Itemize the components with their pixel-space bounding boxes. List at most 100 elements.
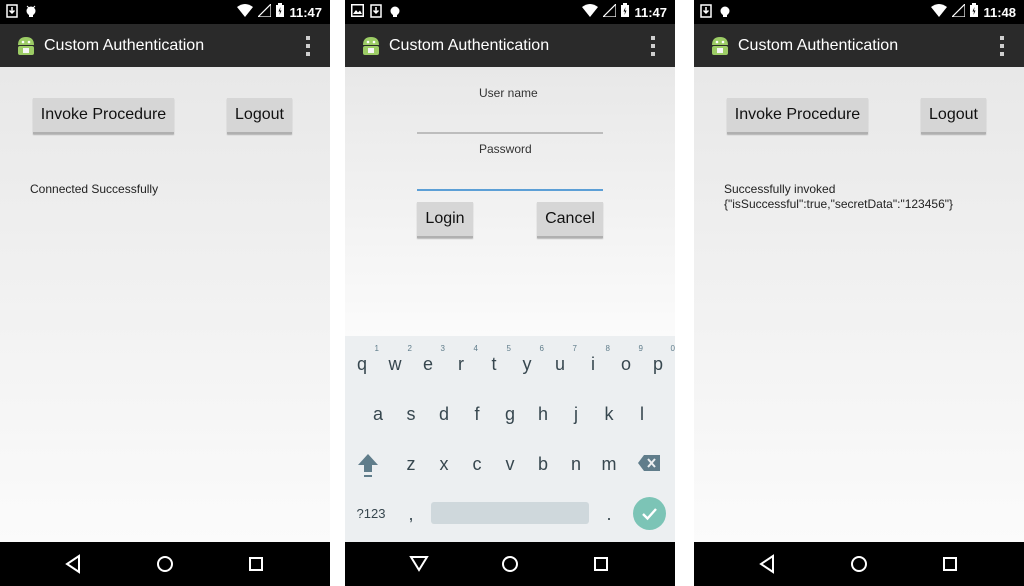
spacebar[interactable] [431, 502, 589, 524]
key-b[interactable]: b [532, 454, 554, 475]
key-d[interactable]: d [433, 404, 455, 425]
signal-icon [602, 2, 618, 22]
key-u[interactable]: u7 [549, 344, 577, 375]
backspace-icon[interactable] [637, 454, 660, 477]
key-w[interactable]: w2 [384, 344, 413, 375]
battery-icon [276, 3, 285, 22]
key-q[interactable]: q1 [351, 344, 379, 375]
status-message: Connected Successfully [30, 182, 159, 196]
overflow-menu-icon[interactable] [651, 36, 655, 56]
key-j[interactable]: j [565, 404, 587, 425]
recents-icon[interactable] [592, 554, 610, 579]
app-title: Custom Authentication [389, 37, 550, 54]
key-comma[interactable]: , [400, 504, 422, 525]
back-icon[interactable] [758, 554, 776, 579]
navigation-bar [345, 542, 675, 586]
app-icon [708, 33, 732, 62]
soft-keyboard: q1 w2 e3 r4 t5 y6 u7 i8 o9 p0 a s d f g … [345, 336, 675, 542]
clock: 11:47 [289, 5, 322, 20]
action-bar: Custom Authentication [0, 24, 330, 67]
key-m[interactable]: m [598, 454, 620, 475]
phone-screen-1: 11:47 Custom Authentication Invoke Proce… [0, 0, 330, 586]
invoke-procedure-button[interactable]: Invoke Procedure [727, 98, 868, 134]
android-debug-icon [388, 4, 402, 23]
password-field[interactable] [417, 189, 603, 191]
clock: 11:47 [634, 5, 667, 20]
status-message-line-2: {"isSuccessful":true,"secretData":"12345… [724, 197, 954, 211]
key-k[interactable]: k [598, 404, 620, 425]
action-bar: Custom Authentication [694, 24, 1024, 67]
key-r[interactable]: r4 [450, 344, 478, 375]
wifi-icon [582, 3, 599, 22]
overflow-menu-icon[interactable] [306, 36, 310, 56]
android-debug-icon [24, 4, 38, 23]
navigation-bar [0, 542, 330, 586]
key-e[interactable]: e3 [417, 344, 445, 375]
app-icon [14, 33, 38, 62]
status-bar: 11:47 [0, 0, 330, 24]
key-f[interactable]: f [466, 404, 488, 425]
shift-icon[interactable] [357, 452, 379, 483]
wifi-icon [931, 3, 948, 22]
logout-button[interactable]: Logout [921, 98, 986, 134]
key-s[interactable]: s [400, 404, 422, 425]
status-bar: 11:48 [694, 0, 1024, 24]
app-title: Custom Authentication [738, 37, 899, 54]
phone-screen-3: 11:48 Custom Authentication Invoke Proce… [694, 0, 1024, 586]
back-icon[interactable] [409, 554, 429, 577]
main-content: Invoke Procedure Logout Successfully inv… [694, 67, 1024, 542]
key-t[interactable]: t5 [483, 344, 511, 375]
download-icon [700, 4, 712, 23]
key-p[interactable]: p0 [647, 344, 675, 375]
overflow-menu-icon[interactable] [1000, 36, 1004, 56]
symbols-key[interactable]: ?123 [353, 506, 389, 521]
key-z[interactable]: z [400, 454, 422, 475]
navigation-bar [694, 542, 1024, 586]
android-debug-icon [718, 4, 732, 23]
password-label: Password [479, 142, 532, 156]
home-icon[interactable] [155, 554, 175, 579]
username-label: User name [479, 86, 538, 100]
key-h[interactable]: h [532, 404, 554, 425]
key-a[interactable]: a [367, 404, 389, 425]
key-l[interactable]: l [631, 404, 653, 425]
phone-screen-2: 11:47 Custom Authentication User name Pa… [345, 0, 675, 586]
login-button[interactable]: Login [417, 202, 473, 238]
logout-button[interactable]: Logout [227, 98, 292, 134]
key-g[interactable]: g [499, 404, 521, 425]
recents-icon[interactable] [941, 554, 959, 579]
download-icon [370, 4, 382, 23]
home-icon[interactable] [500, 554, 520, 579]
signal-icon [257, 2, 273, 22]
invoke-procedure-button[interactable]: Invoke Procedure [33, 98, 174, 134]
key-x[interactable]: x [433, 454, 455, 475]
wifi-icon [237, 3, 254, 22]
home-icon[interactable] [849, 554, 869, 579]
status-message-line-1: Successfully invoked [724, 182, 836, 196]
key-n[interactable]: n [565, 454, 587, 475]
username-field[interactable] [417, 132, 603, 134]
download-icon [6, 4, 18, 23]
main-content: Invoke Procedure Logout Connected Succes… [0, 67, 330, 542]
back-icon[interactable] [64, 554, 82, 579]
key-c[interactable]: c [466, 454, 488, 475]
checkmark-icon[interactable] [633, 497, 666, 530]
status-message: Successfully invoked {"isSuccessful":tru… [724, 182, 953, 212]
cancel-button[interactable]: Cancel [537, 202, 603, 238]
key-y[interactable]: y6 [516, 344, 545, 375]
clock: 11:48 [983, 5, 1016, 20]
battery-icon [970, 3, 979, 22]
battery-icon [621, 3, 630, 22]
key-i[interactable]: i8 [582, 344, 610, 375]
login-form: User name Password Login Cancel [345, 67, 675, 336]
key-period[interactable]: . [598, 504, 620, 525]
signal-icon [951, 2, 967, 22]
recents-icon[interactable] [247, 554, 265, 579]
action-bar: Custom Authentication [345, 24, 675, 67]
status-bar: 11:47 [345, 0, 675, 24]
key-v[interactable]: v [499, 454, 521, 475]
app-title: Custom Authentication [44, 37, 205, 54]
app-icon [359, 33, 383, 62]
image-icon [351, 4, 364, 23]
key-o[interactable]: o9 [615, 344, 643, 375]
